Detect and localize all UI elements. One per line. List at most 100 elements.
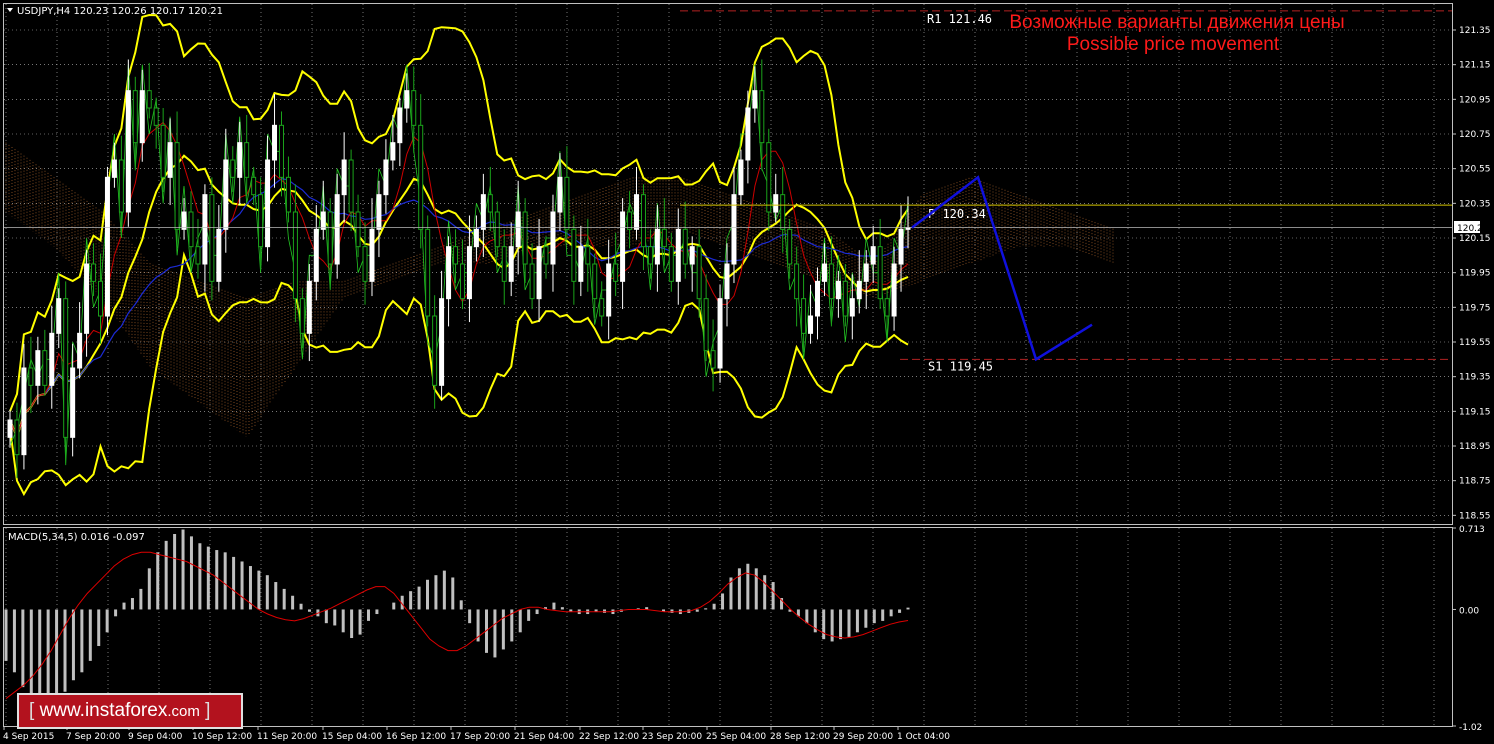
- time-tick-label: 7 Sep 20:00: [66, 732, 121, 742]
- candle-body: [787, 228, 793, 265]
- candle-body: [104, 176, 110, 317]
- candle-body: [898, 228, 904, 265]
- candle-body: [362, 246, 368, 282]
- candle-body: [181, 211, 187, 230]
- candle-body: [724, 263, 730, 300]
- candle-body: [313, 228, 319, 282]
- candle-body: [446, 246, 452, 300]
- candle-body: [334, 194, 340, 265]
- candle-body: [654, 228, 660, 265]
- candle-body: [682, 228, 688, 265]
- candle-body: [84, 263, 90, 334]
- candle-body: [299, 298, 305, 334]
- candle-body: [390, 142, 396, 161]
- candle-body: [766, 142, 772, 213]
- candle-body: [815, 280, 821, 317]
- candle-body: [557, 176, 563, 213]
- candle-body: [480, 194, 486, 230]
- candle-body: [759, 90, 765, 144]
- price-tick-label: 120.55: [1459, 165, 1491, 175]
- candle-body: [752, 90, 758, 109]
- annotation-ru: Возможные варианты движения цены: [1009, 12, 1344, 33]
- candle-body: [383, 159, 389, 196]
- candle-body: [77, 332, 83, 369]
- candle-body: [195, 246, 201, 265]
- candle-body: [522, 211, 528, 265]
- price-tick-label: 119.35: [1459, 373, 1491, 383]
- candle-body: [42, 350, 48, 386]
- candle-body: [794, 263, 800, 300]
- candle-body: [710, 350, 716, 369]
- candle-body: [111, 159, 117, 178]
- candle-body: [432, 315, 438, 386]
- candle-body: [91, 263, 97, 282]
- candle-body: [265, 159, 271, 248]
- candle-body: [132, 90, 138, 144]
- macd-header: MACD(5,34,5) 0.016 -0.097: [8, 532, 145, 543]
- candle-body: [613, 263, 619, 282]
- time-tick-label: 23 Sep 20:00: [642, 732, 702, 742]
- level-label-r1: R1 121.46: [927, 12, 992, 26]
- candle-body: [453, 246, 459, 265]
- candle-body: [466, 246, 472, 300]
- candle-body: [487, 194, 493, 213]
- candle-body: [891, 263, 897, 317]
- candle-body: [56, 298, 62, 334]
- macd-tick-label: 0.00: [1459, 606, 1479, 616]
- candle-body: [97, 280, 103, 317]
- candle-body: [620, 211, 626, 282]
- candle-body: [49, 332, 55, 386]
- usdjpy-chart[interactable]: R1 121.46P 120.34S1 119.45 121.35121.151…: [0, 0, 1494, 744]
- candle-body: [592, 263, 598, 300]
- candle-body: [306, 280, 312, 334]
- price-tick-label: 120.95: [1459, 95, 1491, 105]
- instaforex-watermark[interactable]: [ www.instaforex.com ]: [17, 693, 243, 729]
- watermark-close-bracket: ]: [205, 700, 211, 721]
- time-tick-label: 11 Sep 20:00: [257, 732, 317, 742]
- candle-body: [348, 159, 354, 213]
- candle-body: [63, 298, 69, 438]
- candle-body: [118, 159, 124, 213]
- candle-body: [529, 263, 535, 300]
- time-tick-label: 4 Sep 2015: [3, 732, 54, 742]
- candle-body: [397, 107, 403, 144]
- candle-body: [689, 246, 695, 265]
- candle-body: [668, 246, 674, 282]
- watermark-text: www.instaforex: [39, 700, 168, 721]
- time-tick-label: 16 Sep 12:00: [386, 732, 446, 742]
- price-tick-label: 119.15: [1459, 407, 1491, 417]
- current-price-label: 120.21: [1457, 224, 1489, 234]
- candle-body: [808, 315, 814, 334]
- price-tick-label: 118.75: [1459, 477, 1491, 487]
- price-tick-label: 121.15: [1459, 61, 1491, 71]
- candle-body: [801, 298, 807, 334]
- candle-body: [661, 228, 667, 248]
- candle-body: [411, 90, 417, 126]
- candle-body: [738, 159, 744, 196]
- symbol-header: USDJPY,H4 120.23 120.26 120.17 120.21: [17, 6, 223, 17]
- watermark-open-bracket: [: [29, 700, 35, 721]
- price-tick-label: 119.75: [1459, 303, 1491, 313]
- candle-body: [292, 211, 298, 300]
- time-tick-label: 9 Sep 04:00: [128, 732, 183, 742]
- candle-body: [599, 298, 605, 317]
- candle-body: [696, 246, 702, 300]
- candle-body: [780, 194, 786, 230]
- macd-tick-label: 0.713: [1459, 525, 1485, 535]
- candle-body: [153, 107, 159, 126]
- candle-body: [870, 246, 876, 265]
- candle-body: [515, 211, 521, 248]
- candle-body: [473, 228, 479, 248]
- candle-body: [272, 124, 278, 161]
- candle-body: [258, 194, 264, 248]
- candle-body: [856, 280, 862, 300]
- time-tick-label: 1 Oct 04:00: [897, 732, 950, 742]
- candle-body: [223, 159, 229, 230]
- candle-body: [717, 298, 723, 369]
- candle-body: [418, 124, 424, 230]
- candle-body: [703, 298, 709, 352]
- candle-body: [821, 263, 827, 282]
- price-tick-label: 120.15: [1459, 234, 1491, 244]
- candle-body: [167, 142, 173, 178]
- candle-body: [174, 142, 180, 230]
